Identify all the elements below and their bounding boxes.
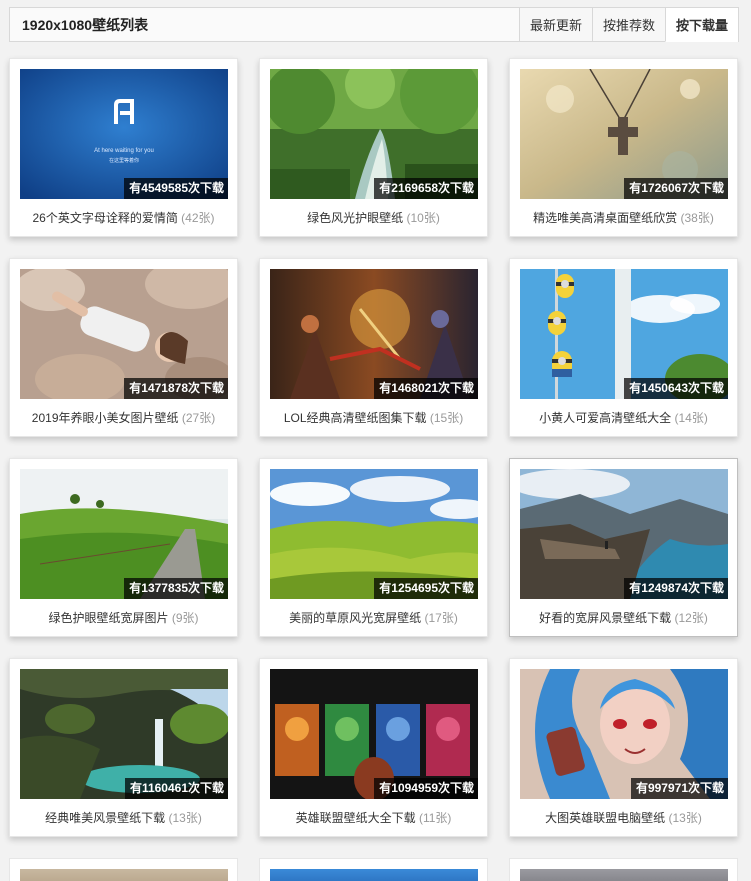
wallpaper-thumbnail[interactable]: [520, 869, 728, 881]
page-header: 1920x1080壁纸列表 最新更新 按推荐数 按下载量: [9, 7, 739, 42]
wallpaper-card[interactable]: 有997971次下载 大图英雄联盟电脑壁纸 (13张): [509, 658, 738, 837]
caption-title: 美丽的草原风光宽屏壁纸: [289, 611, 422, 625]
download-count-badge: 有1254695次下载: [374, 578, 478, 599]
wallpaper-caption[interactable]: 小黄人可爱高清壁纸大全 (14张): [510, 409, 737, 426]
caption-count: (9张): [171, 611, 199, 625]
wallpaper-thumbnail[interactable]: [270, 869, 478, 881]
wallpaper-thumbnail[interactable]: 有1450643次下载: [520, 269, 728, 399]
wallpaper-caption[interactable]: 绿色风光护眼壁纸 (10张): [260, 209, 487, 226]
caption-title: 好看的宽屏风景壁纸下载: [539, 611, 672, 625]
download-count-badge: 有1249874次下载: [624, 578, 728, 599]
wallpaper-thumbnail[interactable]: [20, 869, 228, 881]
thumb-text-chinese: 在这里等着你: [109, 157, 139, 164]
wallpaper-thumbnail[interactable]: 有1249874次下载: [520, 469, 728, 599]
wallpaper-card[interactable]: [509, 858, 738, 881]
caption-title: 英雄联盟壁纸大全下载: [295, 811, 416, 825]
download-count-badge: 有4549585次下载: [124, 178, 228, 199]
caption-count: (38张): [680, 211, 714, 225]
wallpaper-card[interactable]: 有1160461次下载 经典唯美风景壁纸下载 (13张): [9, 658, 238, 837]
tab-latest[interactable]: 最新更新: [518, 8, 592, 41]
tab-downloads[interactable]: 按下载量: [664, 8, 738, 42]
wallpaper-card[interactable]: 有1249874次下载 好看的宽屏风景壁纸下载 (12张): [509, 458, 738, 637]
caption-title: 经典唯美风景壁纸下载: [45, 811, 166, 825]
caption-title: LOL经典高清壁纸图集下载: [283, 411, 427, 425]
wallpaper-thumbnail[interactable]: 有1160461次下载: [20, 669, 228, 799]
caption-count: (12张): [674, 611, 708, 625]
wallpaper-caption[interactable]: LOL经典高清壁纸图集下载 (15张): [260, 409, 487, 426]
wallpaper-caption[interactable]: 精选唯美高清桌面壁纸欣赏 (38张): [510, 209, 737, 226]
caption-title: 绿色护眼壁纸宽屏图片: [48, 611, 169, 625]
wallpaper-card[interactable]: At here waiting for you 在这里等着你 有4549585次…: [9, 58, 238, 237]
wallpaper-thumbnail[interactable]: At here waiting for you 在这里等着你 有4549585次…: [20, 69, 228, 199]
download-count-badge: 有2169658次下载: [374, 178, 478, 199]
wallpaper-card[interactable]: 有1450643次下载 小黄人可爱高清壁纸大全 (14张): [509, 258, 738, 437]
wallpaper-card[interactable]: [9, 858, 238, 881]
download-count-badge: 有1450643次下载: [624, 378, 728, 399]
wallpaper-card[interactable]: 有1468021次下载 LOL经典高清壁纸图集下载 (15张): [259, 258, 488, 437]
wallpaper-caption[interactable]: 26个英文字母诠释的爱情简 (42张): [10, 209, 237, 226]
download-count-badge: 有1468021次下载: [374, 378, 478, 399]
caption-count: (10张): [406, 211, 440, 225]
caption-count: (13张): [168, 811, 202, 825]
caption-title: 大图英雄联盟电脑壁纸: [545, 811, 666, 825]
caption-count: (14张): [674, 411, 708, 425]
wallpaper-thumbnail[interactable]: 有2169658次下载: [270, 69, 478, 199]
wallpaper-caption[interactable]: 绿色护眼壁纸宽屏图片 (9张): [10, 609, 237, 626]
wallpaper-card[interactable]: 有1377835次下载 绿色护眼壁纸宽屏图片 (9张): [9, 458, 238, 637]
wallpaper-caption[interactable]: 美丽的草原风光宽屏壁纸 (17张): [260, 609, 487, 626]
wallpaper-card[interactable]: 有1726067次下载 精选唯美高清桌面壁纸欣赏 (38张): [509, 58, 738, 237]
wallpaper-caption[interactable]: 2019年养眼小美女图片壁纸 (27张): [10, 409, 237, 426]
wallpaper-caption[interactable]: 好看的宽屏风景壁纸下载 (12张): [510, 609, 737, 626]
wallpaper-card[interactable]: 有2169658次下载 绿色风光护眼壁纸 (10张): [259, 58, 488, 237]
page-title: 1920x1080壁纸列表: [22, 16, 149, 33]
caption-count: (42张): [181, 211, 215, 225]
tab-recommended[interactable]: 按推荐数: [591, 8, 665, 41]
caption-count: (15张): [429, 411, 464, 425]
wallpaper-thumbnail[interactable]: 有1468021次下载: [270, 269, 478, 399]
wallpaper-card[interactable]: 有1471878次下载 2019年养眼小美女图片壁纸 (27张): [9, 258, 238, 437]
caption-title: 2019年养眼小美女图片壁纸: [31, 411, 179, 425]
wallpaper-caption[interactable]: 经典唯美风景壁纸下载 (13张): [10, 809, 237, 826]
caption-title: 小黄人可爱高清壁纸大全: [539, 411, 672, 425]
wallpaper-thumbnail[interactable]: 有1254695次下载: [270, 469, 478, 599]
thumb-text-english: At here waiting for you: [94, 148, 154, 154]
caption-title: 26个英文字母诠释的爱情简: [32, 211, 178, 225]
caption-count: (17张): [424, 611, 458, 625]
caption-count: (13张): [668, 811, 702, 825]
download-count-badge: 有1377835次下载: [124, 578, 228, 599]
caption-count: (11张): [418, 811, 452, 825]
wallpaper-caption[interactable]: 大图英雄联盟电脑壁纸 (13张): [510, 809, 737, 826]
wallpaper-grid: At here waiting for you 在这里等着你 有4549585次…: [9, 58, 739, 837]
wallpaper-thumbnail[interactable]: 有1726067次下载: [520, 69, 728, 199]
wallpaper-card[interactable]: 有1094959次下载 英雄联盟壁纸大全下载 (11张): [259, 658, 488, 837]
sort-tabs: 最新更新 按推荐数 按下载量: [518, 8, 738, 42]
wallpaper-thumbnail[interactable]: 有1094959次下载: [270, 669, 478, 799]
caption-count: (27张): [181, 411, 216, 425]
download-count-badge: 有997971次下载: [630, 778, 728, 799]
wallpaper-card[interactable]: 有1254695次下载 美丽的草原风光宽屏壁纸 (17张): [259, 458, 488, 637]
wallpaper-thumbnail[interactable]: 有997971次下载: [520, 669, 728, 799]
caption-title: 绿色风光护眼壁纸: [307, 211, 404, 225]
wallpaper-thumbnail[interactable]: 有1471878次下载: [20, 269, 228, 399]
caption-title: 精选唯美高清桌面壁纸欣赏: [533, 211, 678, 225]
wallpaper-thumbnail[interactable]: 有1377835次下载: [20, 469, 228, 599]
wallpaper-card[interactable]: [259, 858, 488, 881]
download-count-badge: 有1160461次下载: [124, 778, 228, 799]
download-count-badge: 有1726067次下载: [624, 178, 728, 199]
wallpaper-caption[interactable]: 英雄联盟壁纸大全下载 (11张): [260, 809, 487, 826]
download-count-badge: 有1094959次下载: [374, 778, 478, 799]
wallpaper-grid-partial-row: [9, 858, 739, 881]
download-count-badge: 有1471878次下载: [124, 378, 228, 399]
